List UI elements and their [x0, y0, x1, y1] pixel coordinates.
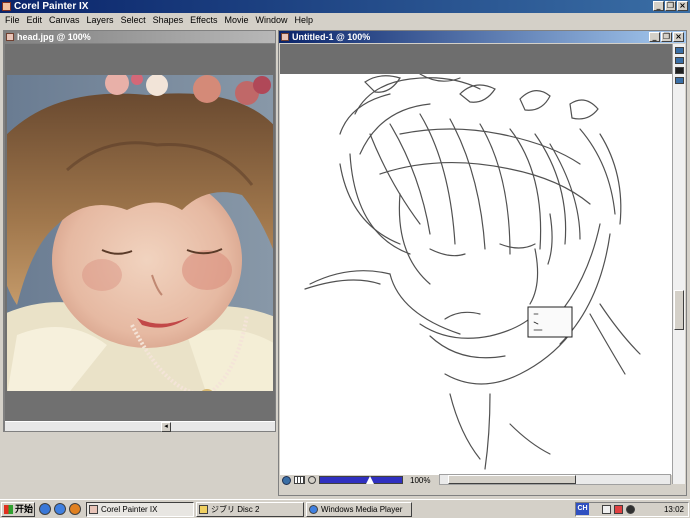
vertical-scroll-thumb[interactable]	[674, 290, 684, 330]
menu-edit[interactable]: Edit	[24, 15, 47, 25]
reference-document-window[interactable]: head.jpg @ 100% ◂	[3, 30, 276, 432]
menu-shapes[interactable]: Shapes	[150, 15, 188, 25]
reference-canvas-area[interactable]	[5, 44, 275, 421]
menu-bar: File Edit Canvas Layers Select Shapes Ef…	[0, 13, 690, 27]
antivirus-icon[interactable]	[614, 505, 623, 514]
doc-restore-button[interactable]: ❐	[661, 32, 672, 42]
horizontal-scroll-thumb[interactable]	[448, 475, 576, 484]
menu-canvas[interactable]: Canvas	[46, 15, 84, 25]
task-corel-painter[interactable]: Corel Painter IX	[86, 502, 194, 517]
drawing-mode-icon[interactable]	[282, 475, 291, 485]
menu-select[interactable]: Select	[118, 15, 150, 25]
painter-app: Corel Painter IX _ ❐ × File Edit Canvas …	[0, 0, 690, 518]
volume-icon[interactable]	[626, 505, 635, 514]
canvas-vertical-strip	[672, 44, 685, 484]
menu-help[interactable]: Help	[292, 15, 318, 25]
show-desktop-icon[interactable]	[39, 503, 51, 515]
sketch-document-title-bar[interactable]: Untitled-1 @ 100% _ ❐ ×	[279, 31, 686, 43]
zoom-slider[interactable]	[319, 476, 403, 484]
view-mode-icon[interactable]	[674, 77, 684, 84]
help-icon[interactable]	[602, 505, 611, 514]
task-label: Corel Painter IX	[101, 505, 158, 514]
scroll-left-arrow-icon[interactable]: ◂	[161, 422, 171, 432]
menu-window[interactable]: Window	[252, 15, 291, 25]
document-window-controls: _ ❐ ×	[649, 32, 684, 42]
sketch-horizontal-scrollbar[interactable]	[439, 474, 671, 485]
reference-photo	[7, 75, 273, 391]
system-tray: 13:02	[575, 502, 689, 517]
painter-task-icon	[89, 505, 98, 514]
doc-close-button[interactable]: ×	[673, 32, 684, 42]
task-windows-media-player[interactable]: Windows Media Player	[306, 502, 412, 517]
restore-button[interactable]: ❐	[665, 1, 676, 11]
media-player-task-icon	[309, 505, 318, 514]
media-player-icon[interactable]	[69, 503, 81, 515]
input-method-indicator[interactable]: CH	[576, 503, 589, 515]
window-controls: _ ❐ ×	[653, 1, 688, 11]
task-label: ジブリ Disc 2	[211, 505, 260, 514]
sketch-document-title: Untitled-1 @ 100%	[292, 32, 371, 42]
start-label: 开始	[15, 504, 34, 514]
drawing-paper[interactable]	[280, 74, 672, 474]
folder-icon	[199, 505, 208, 514]
task-ghibli-disc[interactable]: ジブリ Disc 2	[196, 502, 304, 517]
task-label: Windows Media Player	[321, 505, 403, 514]
start-button[interactable]: 开始	[1, 502, 35, 517]
sketch-canvas-area[interactable]	[280, 44, 672, 474]
reference-document-title: head.jpg @ 100%	[17, 32, 91, 42]
magnifier-icon[interactable]	[308, 476, 316, 484]
painter-app-icon[interactable]	[2, 2, 11, 11]
app-title: Corel Painter IX	[14, 1, 89, 12]
doc-minimize-button[interactable]: _	[649, 32, 660, 42]
document-icon	[6, 33, 14, 41]
girl-photo-illustration	[7, 75, 273, 391]
minimize-button[interactable]: _	[653, 1, 664, 11]
menu-file[interactable]: File	[2, 15, 24, 25]
internet-explorer-icon[interactable]	[54, 503, 66, 515]
windows-flag-icon	[4, 505, 13, 514]
color-swatch-icon[interactable]	[674, 67, 684, 74]
zoom-slider-knob[interactable]	[366, 476, 374, 484]
layer-toggle-icon[interactable]	[674, 47, 684, 54]
document-icon	[281, 33, 289, 41]
reference-horizontal-scrollbar[interactable]: ◂	[5, 421, 275, 432]
menu-layers[interactable]: Layers	[84, 15, 118, 25]
app-title-bar: Corel Painter IX _ ❐ ×	[0, 0, 690, 13]
reference-document-title-bar[interactable]: head.jpg @ 100%	[4, 31, 275, 43]
zoom-level-readout: 100%	[410, 475, 431, 485]
pencil-sketch	[304, 74, 641, 470]
grid-icon[interactable]	[294, 476, 305, 484]
menu-movie[interactable]: Movie	[221, 15, 252, 25]
menu-effects[interactable]: Effects	[187, 15, 221, 25]
tracing-paper-icon[interactable]	[674, 57, 684, 64]
taskbar-clock: 13:02	[663, 505, 684, 514]
sketch-document-window[interactable]: Untitled-1 @ 100% _ ❐ × 100%	[278, 30, 687, 496]
close-button[interactable]: ×	[677, 1, 688, 11]
